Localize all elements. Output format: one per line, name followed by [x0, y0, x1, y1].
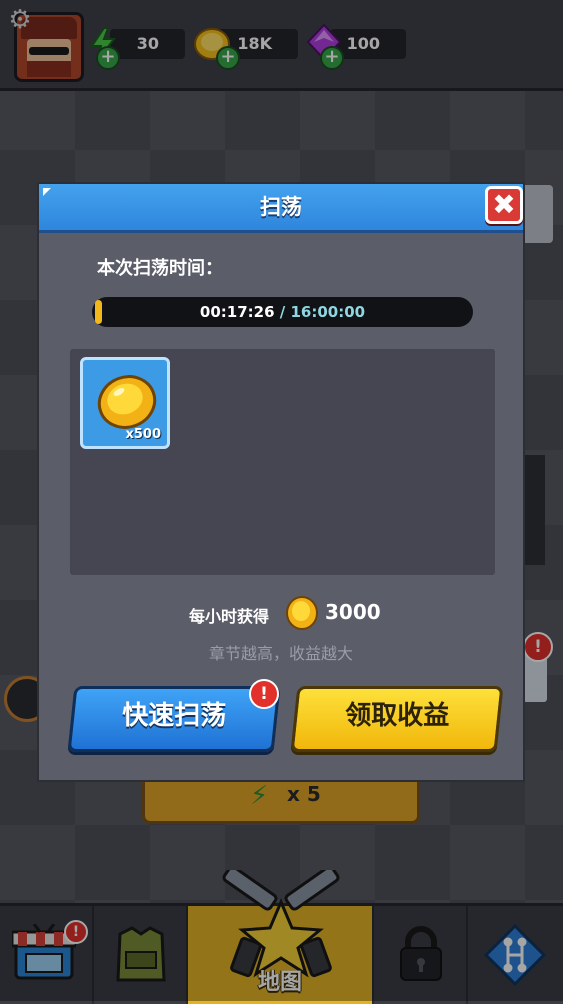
hourly-rate-label: 每小时获得	[189, 607, 270, 626]
quick-sweep-alert-badge: !	[249, 679, 279, 709]
hint-text: 章节越高，收益越大	[208, 644, 353, 663]
reward-panel: x500	[70, 349, 495, 575]
collect-rewards-label: 领取收益	[345, 701, 450, 731]
quick-sweep-label: 快速扫荡	[122, 701, 227, 731]
progress-separator: /	[274, 303, 291, 321]
sweep-dialog: 扫荡 ✖ 本次扫荡时间： 00:17:26 / 16:00:00 x500 每小…	[37, 182, 525, 782]
close-button[interactable]: ✖	[485, 186, 523, 224]
progress-text: 00:17:26 / 16:00:00	[92, 297, 473, 327]
close-icon: ✖	[492, 188, 516, 221]
reward-quantity: x500	[125, 427, 161, 442]
sweep-time-label: 本次扫荡时间：	[97, 258, 223, 279]
progress-total: 16:00:00	[290, 303, 366, 321]
dialog-header: 扫荡	[39, 184, 523, 233]
hourly-rate-value: 3000	[325, 600, 381, 624]
collect-rewards-button[interactable]: 领取收益	[290, 686, 504, 752]
reward-item-gold[interactable]: x500	[80, 357, 170, 449]
dialog-title: 扫荡	[260, 195, 302, 219]
gold-coin-icon	[286, 596, 318, 630]
progress-current: 00:17:26	[199, 303, 275, 321]
sweep-progress-bar: 00:17:26 / 16:00:00	[92, 297, 473, 327]
gold-coin-icon	[97, 375, 157, 429]
